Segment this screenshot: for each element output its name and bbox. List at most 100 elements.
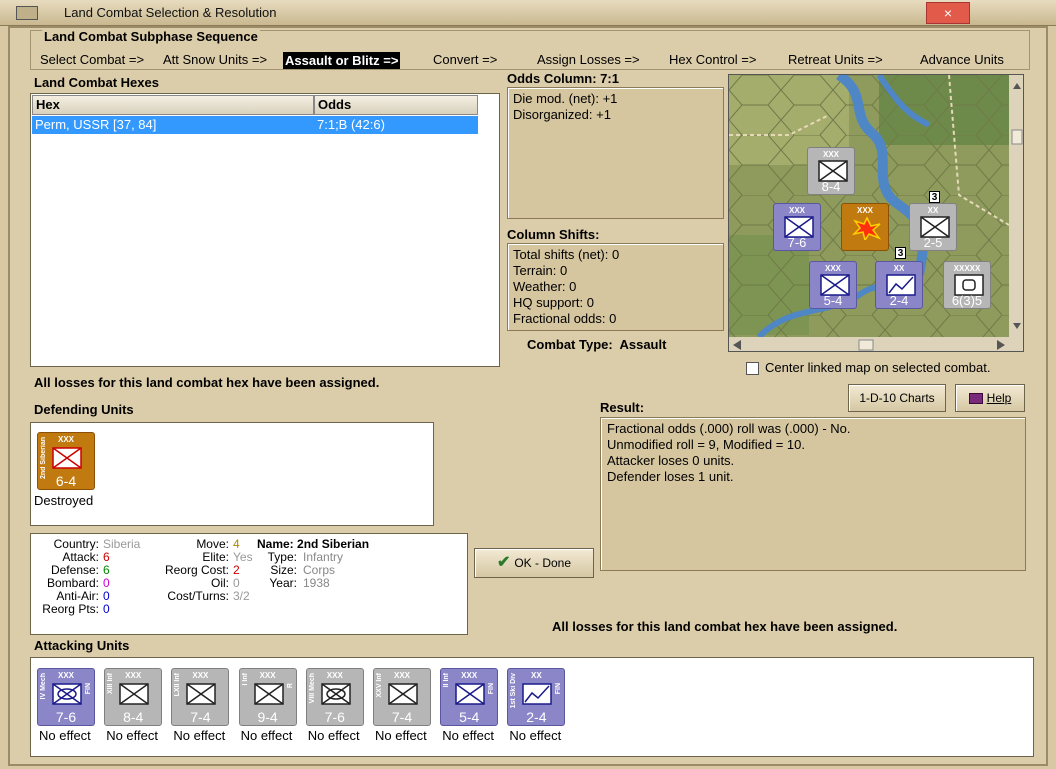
result-line: Unmodified roll = 9, Modified = 10.: [607, 437, 805, 452]
attacking-unit-counter[interactable]: XXX VIII Mech 7-6: [305, 668, 364, 726]
close-button[interactable]: ×: [926, 2, 970, 24]
attacking-unit-status: No effect: [442, 728, 494, 743]
map-unit-counter[interactable]: XXX 8-4: [807, 147, 855, 195]
inf-symbol-icon: [455, 683, 485, 707]
combat-map[interactable]: XXX 8-4 XXX 7-6 XXX XX 2-5 XXX 5-4 XX 2-4 XXXXX 6(3)…: [728, 74, 1024, 352]
attacking-unit-counter[interactable]: XXX IV Mech FIN 7-6: [37, 668, 95, 726]
losses-assigned-message-bottom: All losses for this land combat hex have…: [552, 619, 898, 634]
attacking-unit-status: No effect: [240, 728, 293, 743]
unit-value: 5-4: [459, 709, 480, 725]
map-unit-counter[interactable]: XXXXX 6(3)5: [943, 261, 991, 309]
unit-name: LXII Inf: [174, 673, 182, 697]
subphase-step-7[interactable]: Advance Units: [920, 52, 1004, 67]
inf-symbol-icon: [119, 683, 149, 707]
subphase-step-5[interactable]: Hex Control =>: [669, 52, 756, 67]
map-unit-counter[interactable]: XX 2-5: [909, 203, 957, 251]
weather-shift-text: Weather: 0: [513, 279, 577, 294]
info-label: Defense:: [50, 563, 99, 577]
help-button[interactable]: Help: [955, 384, 1025, 412]
result-line: Defender loses 1 unit.: [607, 469, 734, 484]
charts-button[interactable]: 1-D-10 Charts: [848, 384, 946, 412]
unit-size: XXX: [788, 206, 805, 215]
map-unit-counter[interactable]: XXX 5-4: [809, 261, 857, 309]
column-header-hex[interactable]: Hex: [32, 95, 314, 115]
inf-symbol-icon: [253, 683, 284, 707]
mech-symbol-icon: [52, 683, 82, 707]
unit-nation: FIN: [85, 683, 92, 695]
column-header-odds[interactable]: Odds: [314, 95, 478, 115]
inf-symbol-icon: [186, 683, 217, 707]
attacking-unit-counter[interactable]: XXX II Inf FIN 5-4: [440, 668, 499, 726]
subphase-step-0[interactable]: Select Combat =>: [40, 52, 144, 67]
column-shifts-title: Column Shifts:: [507, 227, 600, 242]
window-titlebar: Land Combat Selection & Resolution ×: [0, 0, 1056, 26]
info-value: 1938: [303, 576, 330, 590]
info-label: Year:: [269, 576, 297, 590]
unit-size: XXXXX: [953, 264, 981, 273]
checkmark-icon: ✔: [496, 554, 511, 571]
unit-name: XXV Inf: [376, 673, 383, 698]
subphase-step-2[interactable]: Assault or Blitz =>: [283, 52, 401, 69]
defending-units-title: Defending Units: [34, 402, 134, 417]
info-label: Oil:: [211, 576, 229, 590]
attacking-unit-counter[interactable]: XXX XXV Inf 7-4: [373, 668, 431, 726]
subphase-step-1[interactable]: Att Snow Units =>: [163, 52, 267, 67]
odds-box: Die mod. (net): +1 Disorganized: +1: [507, 87, 724, 219]
attacking-unit-counter[interactable]: XXX XIII Inf 8-4: [104, 668, 163, 726]
center-map-checkbox[interactable]: [746, 362, 759, 375]
window-title: Land Combat Selection & Resolution: [64, 5, 277, 20]
map-unit-counter[interactable]: XXX: [841, 203, 889, 251]
subphase-step-3[interactable]: Convert =>: [433, 52, 497, 67]
unit-value: 7-4: [391, 709, 413, 725]
result-line: Fractional odds (.000) roll was (.000) -…: [607, 421, 851, 436]
defending-unit-counter[interactable]: XXX 2nd Siberian 6-4: [37, 432, 95, 490]
column-shifts-box: Total shifts (net): 0 Terrain: 0 Weather…: [507, 243, 724, 331]
info-value: 6: [103, 550, 110, 564]
attacking-units-panel: XXX IV Mech FIN 7-6 No effect XXX XIII Inf 8-4 N…: [30, 657, 1034, 757]
infantry-symbol-icon: [52, 447, 82, 469]
unit-value: 7-6: [787, 235, 807, 250]
window-menu-icon[interactable]: [16, 6, 38, 20]
map-unit-counter[interactable]: XX 2-4: [875, 261, 923, 309]
result-box: Fractional odds (.000) roll was (.000) -…: [600, 417, 1026, 571]
combat-type-value: Assault: [619, 337, 667, 352]
ok-done-button[interactable]: ✔ OK - Done: [474, 548, 594, 578]
combat-hexes-list[interactable]: Hex Odds Perm, USSR [37, 84] 7:1;B (42:6…: [30, 93, 500, 367]
info-value: 4: [233, 537, 240, 551]
unit-value: 8-4: [821, 179, 841, 194]
defending-unit-status: Destroyed: [34, 493, 94, 508]
attacking-unit-counter[interactable]: XX 1st Ski Div FIN 2-4: [507, 668, 566, 726]
combat-type-label: Combat Type:: [527, 337, 613, 352]
terrain-shift-text: Terrain: 0: [513, 263, 568, 278]
combat-type: Combat Type: Assault: [527, 337, 666, 352]
unit-size: XXX: [824, 264, 841, 273]
unit-name-label: Name:: [257, 537, 294, 551]
info-value: 0: [103, 576, 110, 590]
odds-column-title: Odds Column: 7:1: [507, 71, 619, 86]
unit-name-row: Name: 2nd Siberian: [257, 537, 369, 551]
disorganized-text: Disorganized: +1: [513, 107, 611, 122]
table-row[interactable]: Perm, USSR [37, 84] 7:1;B (42:6): [32, 116, 478, 134]
result-line: Attacker loses 0 units.: [607, 453, 735, 468]
attacking-unit-counter[interactable]: XXX I Inf R 9-4: [238, 668, 297, 726]
unit-value: 7-6: [55, 709, 77, 725]
result-title: Result:: [600, 400, 645, 415]
unit-nation: FIN: [488, 683, 496, 695]
info-label: Anti-Air:: [56, 589, 99, 603]
unit-name: I Inf: [241, 673, 249, 686]
unit-value: 7-4: [190, 709, 211, 725]
unit-size: XX: [893, 264, 905, 273]
info-value: 0: [103, 589, 110, 603]
unit-value: 9-4: [257, 709, 278, 725]
attacking-unit-counter[interactable]: XXX LXII Inf 7-4: [171, 668, 230, 726]
map-unit-counter[interactable]: XXX 7-6: [773, 203, 821, 251]
ski-symbol-icon: [522, 683, 553, 707]
unit-value: 8-4: [123, 709, 144, 725]
mech-symbol-icon: [321, 683, 351, 707]
subphase-step-4[interactable]: Assign Losses =>: [537, 52, 640, 67]
combat-burst-icon: [851, 216, 882, 242]
losses-assigned-message: All losses for this land combat hex have…: [34, 375, 380, 390]
subphase-step-6[interactable]: Retreat Units =>: [788, 52, 883, 67]
info-label: Reorg Pts:: [42, 602, 99, 616]
info-value: 0: [103, 602, 110, 616]
